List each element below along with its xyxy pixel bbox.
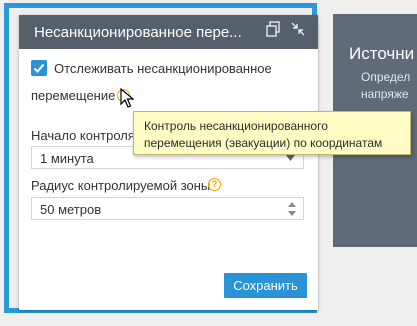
tooltip-text: перемещения (эвакуации) по координатам [144, 136, 383, 150]
help-icon[interactable]: ? [208, 178, 221, 191]
tooltip-text: Контроль несанкционированного [144, 119, 328, 133]
background-panel-text: Определ [361, 70, 411, 84]
radius-stepper[interactable]: 50 метров [31, 197, 304, 220]
track-movement-checkbox[interactable] [31, 60, 47, 76]
unauthorized-movement-dialog: Несанкционированное пере... Отслеживать … [19, 15, 318, 310]
copy-icon[interactable] [264, 20, 282, 38]
track-movement-label[interactable]: Отслеживать несанкционированное [54, 61, 272, 76]
background-panel-title: Источни [349, 44, 415, 63]
background-panel-text: зоны [361, 104, 388, 108]
radius-value[interactable]: 50 метров [40, 202, 101, 217]
collapse-icon[interactable] [289, 20, 307, 38]
chevron-down-icon [286, 155, 295, 161]
stepper-up-icon[interactable] [288, 201, 296, 208]
dialog-title: Несанкционированное пере... [34, 24, 242, 41]
dialog-header: Несанкционированное пере... [19, 15, 318, 49]
control-start-label: Начало контроля [31, 128, 135, 143]
radius-label: Радиус контролируемой зоны [31, 178, 211, 193]
background-panel-text: напряже [361, 87, 409, 101]
track-movement-label[interactable]: перемещение [31, 88, 115, 103]
stepper-down-icon[interactable] [288, 210, 296, 217]
save-button[interactable]: Сохранить [224, 273, 307, 298]
control-start-value: 1 минута [40, 151, 94, 166]
mouse-cursor-icon [120, 88, 134, 108]
checkmark-icon [33, 63, 45, 73]
tooltip: Контроль несанкционированного перемещени… [133, 111, 411, 155]
